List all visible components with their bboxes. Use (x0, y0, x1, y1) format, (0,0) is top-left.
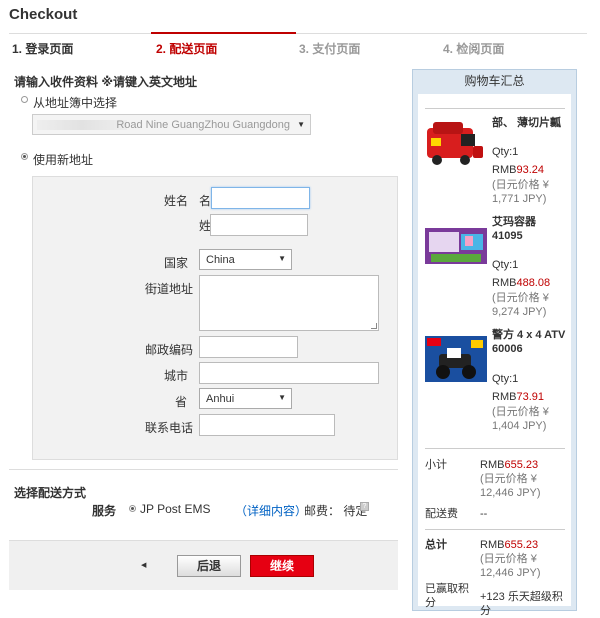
street-label: 街道地址 (145, 282, 194, 296)
back-button[interactable]: 后退 (177, 555, 241, 577)
cart-item-price-value: 73.91 (516, 391, 544, 403)
province-select[interactable]: Anhui ▼ (199, 388, 292, 409)
points-label: 已赢取积分 (425, 583, 469, 609)
product-image-fire-truck[interactable] (425, 118, 487, 168)
address-book-label: 从地址簿中选择 (33, 96, 118, 110)
dropdown-arrow-icon: ▼ (278, 393, 286, 402)
service-label: 服务 (92, 504, 117, 518)
shipping-details-link[interactable]: （详细内容） (235, 502, 307, 519)
back-arrow-icon: ◀ (141, 562, 147, 569)
phone-input[interactable] (199, 414, 335, 436)
total-label: 总计 (425, 539, 447, 551)
country-value: China (206, 254, 235, 266)
address-section-title: 请输入收件资料 ※请键入英文地址 (14, 75, 198, 89)
shipping-method-radio[interactable] (129, 505, 136, 512)
shipping-fee-value: -- (480, 508, 488, 520)
cart-item-currency: RMB (492, 391, 517, 403)
cart-summary: 购物车汇总 部、 薄切片瓤 Qty:1 RMB93.24 (日元价格 ¥ 1,7… (412, 69, 577, 617)
action-bar: ◀ 后退 继续 (9, 540, 398, 590)
postcode-label: 邮政编码 (145, 343, 194, 357)
cart-item-price-value: 93.24 (516, 164, 544, 176)
checkout-steps: 1. 登录页面 2. 配送页面 3. 支付页面 4. 检阅页面 (0, 40, 600, 56)
postage-label: 邮费： 待定 (304, 504, 368, 518)
help-icon[interactable]: ? (360, 502, 369, 511)
address-form: 姓名 名 姓 国家 China ▼ 街道地址 邮政编码 城市 省 Anhui ▼… (32, 176, 398, 460)
address-book-value: Road Nine GuangZhou Guangdong (116, 119, 290, 131)
cart-item-jpy: (日元价格 ¥ 9,274 JPY) (492, 292, 549, 318)
shipping-section-title: 选择配送方式 (14, 486, 87, 500)
country-select[interactable]: China ▼ (199, 249, 292, 270)
shipping-method-label: JP Post EMS (140, 502, 211, 516)
province-value: Anhui (206, 393, 235, 405)
subtotal-jpy: (日元价格 ¥ 12,446 JPY) (480, 473, 541, 499)
city-label: 城市 (164, 369, 189, 383)
cart-item-qty: Qty:1 (492, 373, 519, 385)
cart-item-name[interactable]: 警方 4 x 4 ATV 60006 (492, 328, 568, 356)
dropdown-arrow-icon: ▼ (297, 120, 305, 129)
first-name-label: 名 (199, 194, 212, 208)
last-name-input[interactable] (210, 214, 308, 236)
cart-divider (425, 108, 565, 109)
total-amount: 655.23 (504, 539, 539, 551)
address-book-radio[interactable] (21, 96, 28, 103)
product-image-police-atv[interactable] (425, 334, 487, 384)
street-textarea[interactable] (199, 275, 379, 331)
province-label: 省 (175, 395, 188, 409)
step-review: 4. 检阅页面 (443, 42, 505, 56)
cart-item-price: RMB488.08 (492, 277, 550, 289)
subtotal-amount: 655.23 (504, 459, 539, 471)
cart-item-name[interactable]: 部、 薄切片瓤 (492, 116, 568, 130)
step-login: 1. 登录页面 (12, 42, 74, 56)
total-value: RMB655.23 (480, 538, 568, 552)
new-address-label: 使用新地址 (33, 153, 94, 167)
name-label: 姓名 (164, 194, 189, 208)
country-label: 国家 (164, 256, 189, 270)
subtotal-label: 小计 (425, 459, 447, 471)
active-step-indicator (151, 32, 296, 34)
cart-item-currency: RMB (492, 164, 517, 176)
dropdown-arrow-icon: ▼ (278, 254, 286, 263)
total-currency: RMB (480, 539, 505, 551)
cart-title: 购物车汇总 (413, 70, 576, 92)
new-address-radio[interactable] (21, 153, 28, 160)
cart-item-jpy: (日元价格 ¥ 1,771 JPY) (492, 179, 549, 205)
cart-divider (425, 448, 565, 449)
cart-body: 部、 薄切片瓤 Qty:1 RMB93.24 (日元价格 ¥ 1,771 JPY… (418, 94, 571, 617)
postcode-input[interactable] (199, 336, 298, 358)
subtotal-currency: RMB (480, 459, 505, 471)
phone-label: 联系电话 (145, 421, 194, 435)
city-input[interactable] (199, 362, 379, 384)
subtotal-value: RMB655.23 (480, 458, 568, 472)
cart-item-currency: RMB (492, 277, 517, 289)
cart-item-jpy: (日元价格 ¥ 1,404 JPY) (492, 406, 549, 432)
address-book-select[interactable]: Road Nine GuangZhou Guangdong ▼ (32, 114, 311, 135)
total-jpy: (日元价格 ¥ 12,446 JPY) (480, 553, 541, 579)
continue-button[interactable]: 继续 (250, 555, 314, 577)
product-image-emma-container[interactable] (425, 222, 487, 272)
title-divider (9, 33, 587, 34)
step-payment: 3. 支付页面 (299, 42, 361, 56)
address-redacted-part (37, 120, 127, 130)
cart-item-qty: Qty:1 (492, 146, 519, 158)
section-divider (9, 469, 398, 470)
resize-handle-icon[interactable] (371, 323, 377, 329)
points-value: +123 乐天超级积分 (480, 591, 563, 617)
cart-item-qty: Qty:1 (492, 259, 519, 271)
cart-item-price-value: 488.08 (516, 277, 551, 289)
shipping-fee-label: 配送费 (425, 508, 458, 520)
cart-divider (425, 529, 565, 530)
cart-item-name[interactable]: 艾玛容器 41095 (492, 215, 568, 243)
first-name-input[interactable] (211, 187, 310, 209)
cart-item-price: RMB73.91 (492, 391, 544, 403)
page-title: Checkout (9, 6, 78, 23)
step-shipping: 2. 配送页面 (156, 42, 218, 56)
cart-item-price: RMB93.24 (492, 164, 544, 176)
